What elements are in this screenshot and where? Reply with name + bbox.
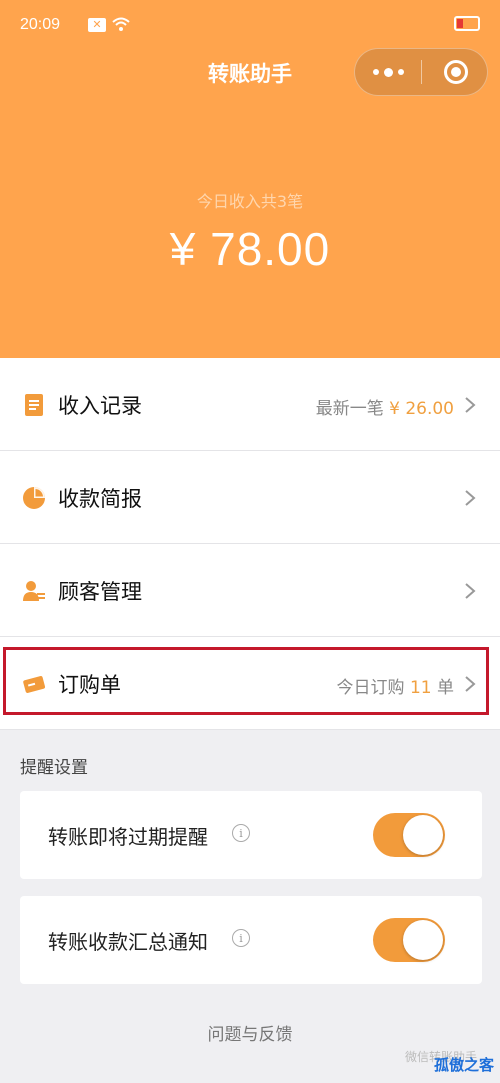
chevron-right-icon	[465, 490, 476, 506]
reminder-card-expiry: 转账即将过期提醒 i	[20, 791, 482, 879]
close-x-icon: ✕	[88, 18, 106, 32]
reminder-card-summary: 转账收款汇总通知 i	[20, 896, 482, 984]
menu-item-customer-management[interactable]: 顾客管理	[0, 544, 500, 637]
wifi-icon	[112, 17, 130, 31]
status-bar: 20:09 ✕	[20, 14, 480, 38]
more-button[interactable]	[355, 49, 421, 95]
latest-income-amount: ¥ 26.00	[389, 399, 454, 419]
annotation-highlight-box	[3, 647, 489, 715]
menu-item-label: 顾客管理	[58, 580, 142, 604]
reminder-label: 转账收款汇总通知	[48, 930, 208, 954]
user-card-icon	[23, 581, 45, 601]
battery-icon	[454, 16, 480, 31]
menu-item-label: 收款简报	[58, 487, 142, 511]
info-icon[interactable]: i	[232, 824, 250, 842]
brand-watermark: 孤傲之客	[433, 1056, 494, 1074]
info-icon[interactable]: i	[232, 929, 250, 947]
chevron-right-icon	[465, 583, 476, 599]
today-income-label: 今日收入共3笔	[196, 192, 304, 211]
summary-notification-toggle[interactable]	[373, 918, 445, 962]
capsule-divider	[421, 60, 422, 84]
toggle-knob	[403, 920, 443, 960]
feedback-link[interactable]: 问题与反馈	[0, 1020, 500, 1045]
expiry-reminder-toggle[interactable]	[373, 813, 445, 857]
header: 20:09 ✕ 转账助手 今日收入共3笔 ¥ 78.00	[0, 0, 500, 358]
more-dots-icon	[372, 69, 379, 75]
latest-income: 最新一笔 ¥ 26.00	[315, 399, 454, 419]
pie-chart-icon	[23, 487, 45, 509]
status-time: 20:09	[20, 16, 61, 33]
menu-item-label: 收入记录	[58, 394, 142, 418]
close-mini-program-button[interactable]	[444, 60, 468, 84]
reminder-settings-title: 提醒设置	[20, 758, 88, 778]
mini-program-capsule	[354, 48, 488, 96]
menu-item-payment-report[interactable]: 收款简报	[0, 451, 500, 544]
reminder-label: 转账即将过期提醒	[48, 825, 208, 849]
document-icon	[25, 394, 43, 416]
today-income-amount: ¥ 78.00	[169, 223, 331, 275]
chevron-right-icon	[465, 397, 476, 413]
menu-item-income-records[interactable]: 收入记录 最新一笔 ¥ 26.00	[0, 358, 500, 451]
toggle-knob	[403, 815, 443, 855]
